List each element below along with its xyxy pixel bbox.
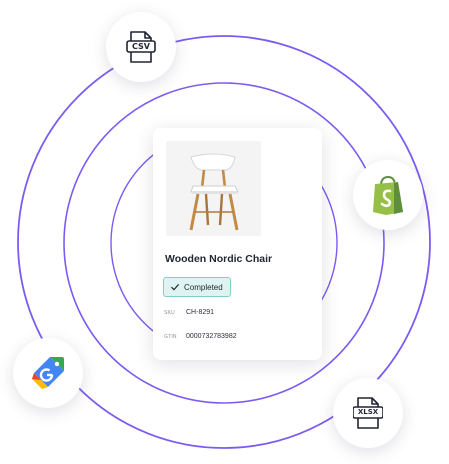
google-shopping-integration[interactable] (13, 338, 83, 408)
sku-label: SKU (164, 310, 175, 316)
status-badge: Completed (163, 277, 231, 297)
google-shopping-tag-icon (32, 357, 64, 389)
status-label: Completed (184, 282, 223, 292)
shopify-integration[interactable] (353, 160, 423, 230)
csv-label: CSV (132, 42, 150, 51)
sku-row: SKU CH-8291 (164, 309, 214, 316)
xlsx-file-icon: XLSX (352, 396, 384, 430)
check-icon (171, 284, 180, 291)
sku-value: CH-8291 (186, 309, 215, 316)
chair-image (189, 153, 239, 231)
product-card: Wooden Nordic Chair Completed SKU CH-8291… (153, 128, 322, 360)
gtin-label: GTIN (164, 334, 177, 340)
xlsx-label: XLSX (357, 408, 379, 416)
product-image (166, 141, 261, 236)
csv-file-icon: CSV (126, 30, 156, 64)
xlsx-integration[interactable]: XLSX (333, 378, 403, 448)
gtin-row: GTIN 0000732783982 (164, 333, 237, 340)
product-title: Wooden Nordic Chair (165, 253, 273, 265)
gtin-value: 0000732783982 (186, 333, 237, 340)
csv-integration[interactable]: CSV (106, 12, 176, 82)
shopify-bag-icon (373, 175, 403, 215)
